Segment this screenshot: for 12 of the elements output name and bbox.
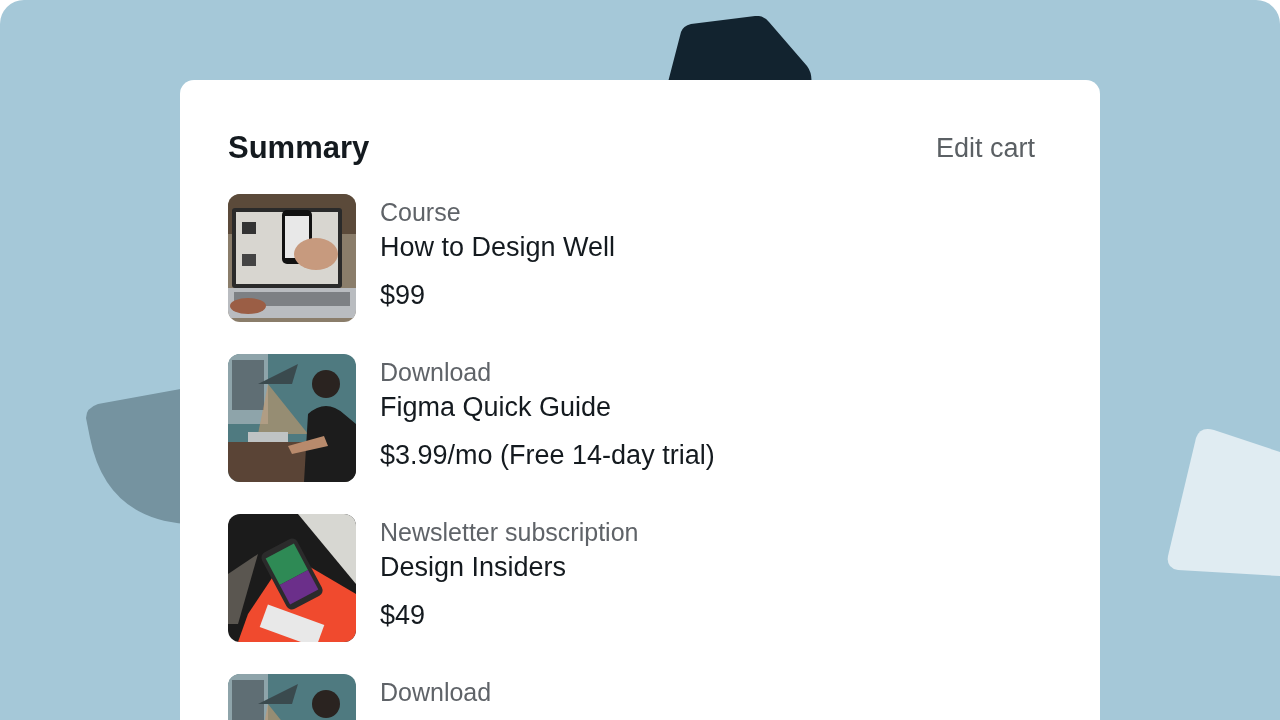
item-category: Download bbox=[380, 357, 493, 387]
summary-title: Summary bbox=[228, 129, 370, 167]
item-category: Course bbox=[380, 197, 462, 227]
item-price: $99 bbox=[380, 279, 427, 312]
item-name: Figma Quick Guide bbox=[380, 391, 613, 424]
edit-cart-link[interactable]: Edit cart bbox=[935, 128, 1035, 168]
item-price: $3.99/mo (Free 14-day trial) bbox=[380, 439, 715, 472]
item-category: Download bbox=[380, 677, 492, 707]
item-price: $49 bbox=[380, 599, 427, 632]
item-category: Newsletter subscription bbox=[380, 517, 639, 547]
item-name: Design Insiders bbox=[380, 551, 568, 584]
item-name: How to Design Well bbox=[380, 231, 616, 264]
